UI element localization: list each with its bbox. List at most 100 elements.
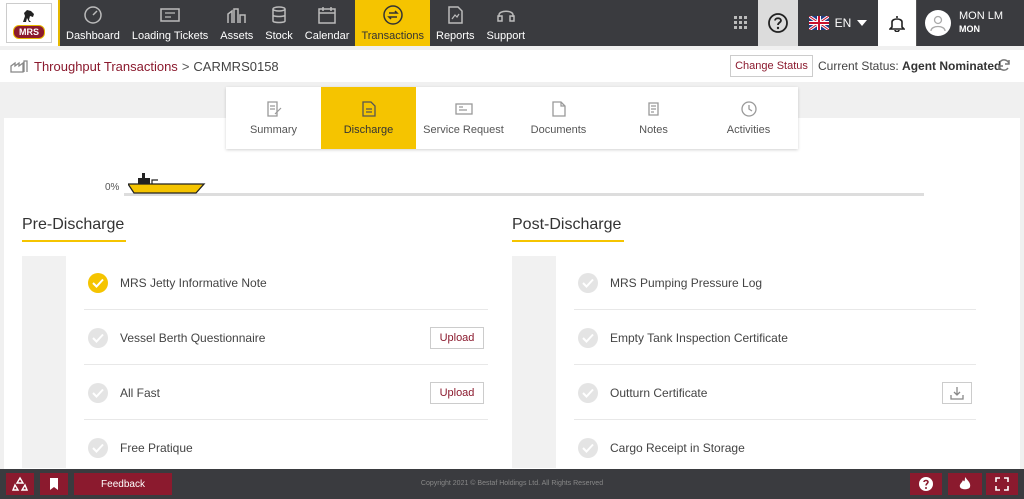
uk-flag-icon [808, 16, 829, 30]
flame-button[interactable] [948, 473, 982, 495]
nav-label: Transactions [361, 30, 424, 42]
grid-icon [734, 16, 747, 29]
fullscreen-button[interactable] [986, 473, 1018, 495]
user-name: MON LM [959, 10, 1003, 22]
nav-loading-tickets[interactable]: Loading Tickets [126, 0, 214, 46]
pre-discharge-title: Pre-Discharge [22, 216, 126, 242]
check-pending-icon [88, 438, 108, 458]
ship-icon [128, 173, 206, 194]
question-circle-icon [768, 13, 788, 33]
list-item[interactable]: Free Pratique [84, 421, 488, 475]
activities-icon [740, 101, 757, 117]
breadcrumb-current: CARMRS0158 [193, 58, 279, 74]
user-icon [930, 15, 946, 32]
main-nav: Dashboard Loading Tickets Assets Stock C… [60, 0, 531, 46]
check-done-icon [88, 272, 108, 293]
transactions-icon [382, 5, 403, 25]
breadcrumb-parent-link[interactable]: Throughput Transactions [34, 59, 178, 74]
item-label: MRS Jetty Informative Note [120, 275, 267, 290]
tab-label: Documents [530, 124, 587, 136]
avatar [925, 10, 951, 36]
user-menu[interactable]: MON LM MON [916, 0, 1024, 46]
caret-down-icon [857, 20, 868, 26]
download-button[interactable] [942, 381, 972, 404]
upload-button[interactable]: Upload [430, 381, 484, 404]
item-label: Outturn Certificate [610, 385, 708, 400]
tab-label: Service Request [423, 124, 504, 136]
help-footer-button[interactable] [910, 473, 942, 495]
user-subtitle: MON [959, 24, 980, 34]
nav-label: Dashboard [66, 30, 120, 42]
check-pending-icon [578, 382, 598, 403]
change-status-button[interactable]: Change Status [730, 55, 813, 77]
tab-label: Discharge [343, 124, 394, 136]
list-item[interactable]: MRS Pumping Pressure Log [574, 256, 976, 310]
nav-label: Support [486, 30, 526, 42]
copyright-text: Copyright 2021 © Bestaf Holdings Ltd. Al… [420, 480, 604, 487]
ticket-icon [160, 8, 180, 22]
item-label: Vessel Berth Questionnaire [120, 330, 266, 345]
tab-label: Activities [726, 124, 771, 136]
tab-label: Summary [249, 124, 298, 136]
tab-notes[interactable]: Notes [606, 87, 701, 149]
tab-service-request[interactable]: Service Request [416, 87, 511, 149]
reports-icon [448, 6, 464, 24]
upload-button[interactable]: Upload [430, 326, 484, 349]
notes-icon [647, 102, 659, 116]
list-item[interactable]: Vessel Berth Questionnaire Upload [84, 311, 488, 365]
language-selector[interactable]: EN [798, 0, 878, 46]
list-item[interactable]: Empty Tank Inspection Certificate [574, 311, 976, 365]
title-underline [22, 240, 126, 242]
top-navigation-bar: MRS Dashboard Loading Tickets Assets Sto… [0, 0, 1024, 46]
post-discharge-title: Post-Discharge [512, 216, 624, 242]
apps-button[interactable] [724, 0, 758, 46]
pre-discharge-title-text: Pre-Discharge [22, 216, 125, 233]
transaction-tabs: Summary Discharge Service Request Docume… [226, 87, 798, 149]
documents-icon [551, 101, 566, 117]
question-icon [919, 477, 933, 491]
nav-assets[interactable]: Assets [214, 0, 259, 46]
stock-icon [272, 6, 286, 24]
nav-label: Loading Tickets [131, 30, 209, 42]
current-status-label: Current Status: [818, 59, 899, 73]
expand-icon [995, 477, 1009, 491]
nav-calendar[interactable]: Calendar [299, 0, 356, 46]
tab-label: Notes [639, 124, 668, 136]
list-item[interactable]: MRS Jetty Informative Note [84, 256, 488, 310]
item-label: MRS Pumping Pressure Log [610, 275, 763, 290]
nav-dashboard[interactable]: Dashboard [60, 0, 126, 46]
item-label: Free Pratique [120, 441, 193, 455]
check-pending-icon [578, 327, 598, 348]
discharge-icon [361, 101, 376, 117]
summary-icon [266, 101, 281, 117]
current-status-value: Agent Nominated [902, 59, 1002, 73]
help-button[interactable] [758, 0, 798, 46]
tab-summary[interactable]: Summary [226, 87, 321, 149]
tab-activities[interactable]: Activities [701, 87, 796, 149]
nav-reports[interactable]: Reports [430, 0, 481, 46]
bell-icon [889, 16, 905, 32]
top-right-controls: EN MON LM MON [724, 0, 1024, 46]
check-pending-icon [88, 382, 108, 403]
nav-stock[interactable]: Stock [259, 0, 299, 46]
current-status: Current Status: Agent Nominated [818, 59, 1001, 73]
nav-support[interactable]: Support [481, 0, 532, 46]
service-request-icon [454, 103, 473, 115]
list-item[interactable]: Outturn Certificate [574, 366, 976, 420]
nav-transactions[interactable]: Transactions [355, 0, 430, 46]
list-item[interactable]: All Fast Upload [84, 366, 488, 420]
notifications-button[interactable] [878, 0, 916, 46]
dashboard-icon [84, 6, 102, 24]
tab-discharge[interactable]: Discharge [321, 87, 416, 149]
user-info: MON LM MON [959, 10, 1003, 36]
facility-icon [10, 60, 28, 73]
progress-bar [124, 193, 924, 196]
language-label: EN [834, 16, 852, 30]
list-item[interactable]: Cargo Receipt in Storage [574, 421, 976, 475]
assets-icon [227, 8, 246, 23]
logo[interactable]: MRS [0, 0, 60, 46]
download-icon [950, 386, 964, 400]
tab-documents[interactable]: Documents [511, 87, 606, 149]
nav-label: Calendar [304, 30, 350, 42]
refresh-icon[interactable] [997, 58, 1011, 72]
